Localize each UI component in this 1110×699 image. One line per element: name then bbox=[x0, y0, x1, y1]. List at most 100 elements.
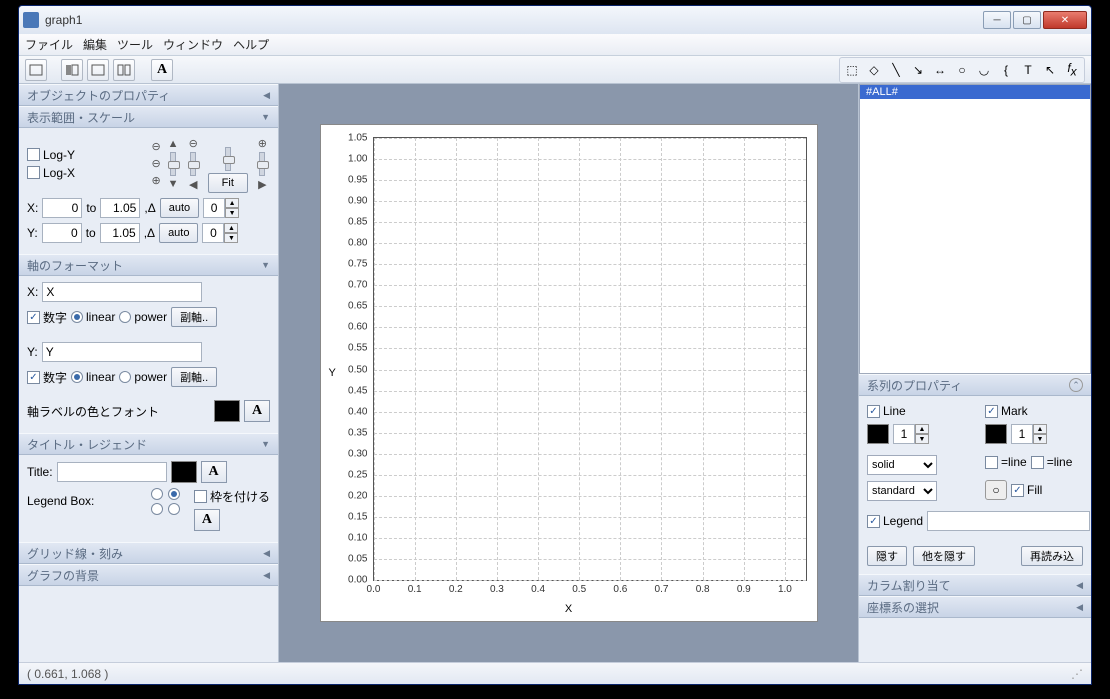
zoom-out-icon[interactable]: ⊖ bbox=[189, 137, 198, 150]
slider-1[interactable] bbox=[170, 152, 176, 176]
y-subaxis-button[interactable]: 副軸.. bbox=[171, 367, 217, 387]
x-linear-radio[interactable]: linear bbox=[71, 310, 115, 324]
fit-button[interactable]: Fit bbox=[208, 173, 248, 193]
x-subaxis-button[interactable]: 副軸.. bbox=[171, 307, 217, 327]
axis-font-button[interactable]: A bbox=[244, 400, 270, 422]
maximize-button[interactable]: ▢ bbox=[1013, 11, 1041, 29]
y-spin-up[interactable]: ▲ bbox=[224, 223, 238, 233]
minimize-button[interactable]: ─ bbox=[983, 11, 1011, 29]
mark-shape-button[interactable]: ○ bbox=[985, 480, 1007, 500]
text-tool-icon[interactable]: T bbox=[1018, 60, 1038, 80]
arrow-tool-icon[interactable]: ↘ bbox=[908, 60, 928, 80]
mark-size-input[interactable] bbox=[1011, 424, 1033, 444]
x-auto-button[interactable]: auto bbox=[160, 198, 199, 218]
arc-tool-icon[interactable]: ◡ bbox=[974, 60, 994, 80]
menu-window[interactable]: ウィンドウ bbox=[163, 36, 223, 53]
menu-file[interactable]: ファイル bbox=[25, 36, 73, 53]
legend-pos-2[interactable] bbox=[168, 488, 182, 500]
mark-eqline-checkbox[interactable]: =line bbox=[985, 455, 1027, 469]
eraser-tool-icon[interactable]: ◇ bbox=[864, 60, 884, 80]
mark-fill-checkbox[interactable]: ✓Fill bbox=[1011, 483, 1042, 497]
y-power-radio[interactable]: power bbox=[119, 370, 167, 384]
layout-b-icon[interactable] bbox=[87, 59, 109, 81]
slider-2[interactable] bbox=[190, 152, 196, 176]
brace-tool-icon[interactable]: { bbox=[996, 60, 1016, 80]
section-coord-select[interactable]: 座標系の選択◀ bbox=[859, 596, 1091, 618]
x-to-input[interactable] bbox=[100, 198, 140, 218]
legend-pos-4[interactable] bbox=[168, 503, 182, 515]
section-axis-format[interactable]: 軸のフォーマット▼ bbox=[19, 254, 278, 276]
pointer-tool-icon[interactable]: ↖ bbox=[1040, 60, 1060, 80]
legend-pos-3[interactable] bbox=[151, 503, 165, 515]
zoom-in-all-icon[interactable]: ⊕ bbox=[151, 174, 160, 187]
x-power-radio[interactable]: power bbox=[119, 310, 167, 324]
y-numeral-checkbox[interactable]: ✓数字 bbox=[27, 369, 67, 386]
double-arrow-tool-icon[interactable]: ↔ bbox=[930, 60, 950, 80]
x-numeral-checkbox[interactable]: ✓数字 bbox=[27, 309, 67, 326]
mark-checkbox[interactable]: ✓Mark bbox=[985, 404, 1083, 418]
axis-color-swatch[interactable] bbox=[214, 400, 240, 422]
y-axis-label-input[interactable] bbox=[42, 342, 202, 362]
x-spin-up[interactable]: ▲ bbox=[225, 198, 239, 208]
zoom-in-icon[interactable]: ⊕ bbox=[258, 137, 267, 150]
legend-font-button[interactable]: A bbox=[194, 509, 220, 531]
legend-frame-checkbox[interactable]: 枠を付ける bbox=[194, 488, 270, 505]
section-view-scale[interactable]: 表示範囲・スケール▼ bbox=[19, 106, 278, 128]
title-input[interactable] bbox=[57, 462, 167, 482]
log-x-checkbox[interactable]: Log-X bbox=[27, 166, 75, 180]
line-checkbox[interactable]: ✓Line bbox=[867, 404, 965, 418]
fx-tool-icon[interactable]: fx bbox=[1062, 60, 1082, 80]
legend-pos-1[interactable] bbox=[151, 488, 165, 500]
y-spin-down[interactable]: ▼ bbox=[224, 233, 238, 243]
layout-single-icon[interactable] bbox=[25, 59, 47, 81]
y-linear-radio[interactable]: linear bbox=[71, 370, 115, 384]
legend-text-input[interactable] bbox=[927, 511, 1090, 531]
y-from-input[interactable] bbox=[42, 223, 82, 243]
y-to-input[interactable] bbox=[100, 223, 140, 243]
line-width-input[interactable] bbox=[893, 424, 915, 444]
plot[interactable]: 0.00.10.20.30.40.50.60.70.80.91.00.000.0… bbox=[320, 124, 818, 622]
menu-tool[interactable]: ツール bbox=[117, 36, 153, 53]
mark-eqline2-checkbox[interactable]: =line bbox=[1031, 455, 1073, 469]
hide-others-button[interactable]: 他を隠す bbox=[913, 546, 975, 566]
menu-edit[interactable]: 編集 bbox=[83, 36, 107, 53]
section-object-properties[interactable]: オブジェクトのプロパティ◀ bbox=[19, 84, 278, 106]
reload-button[interactable]: 再読み込 bbox=[1021, 546, 1083, 566]
section-background[interactable]: グラフの背景◀ bbox=[19, 564, 278, 586]
y-auto-button[interactable]: auto bbox=[159, 223, 198, 243]
zoom-out-x-icon[interactable]: ⊖ bbox=[151, 157, 160, 170]
titlebar[interactable]: graph1 ─ ▢ ✕ bbox=[19, 6, 1091, 34]
log-y-checkbox[interactable]: Log-Y bbox=[27, 148, 75, 162]
select-tool-icon[interactable]: ⬚ bbox=[842, 60, 862, 80]
line-style-select[interactable]: solid bbox=[867, 455, 937, 475]
circle-tool-icon[interactable]: ○ bbox=[952, 60, 972, 80]
x-axis-label-input[interactable] bbox=[42, 282, 202, 302]
title-font-button[interactable]: A bbox=[201, 461, 227, 483]
series-listbox[interactable]: #ALL# bbox=[859, 84, 1091, 374]
legend-checkbox[interactable]: ✓Legend bbox=[867, 514, 923, 528]
section-column-assign[interactable]: カラム割り当て◀ bbox=[859, 574, 1091, 596]
x-spin-input[interactable] bbox=[203, 198, 225, 218]
line-end-select[interactable]: standard bbox=[867, 481, 937, 501]
mark-color-swatch[interactable] bbox=[985, 424, 1007, 444]
layout-c-icon[interactable] bbox=[113, 59, 135, 81]
layout-a-icon[interactable] bbox=[61, 59, 83, 81]
menu-help[interactable]: ヘルプ bbox=[233, 36, 269, 53]
resize-grip-icon[interactable]: ⋰ bbox=[1071, 667, 1083, 681]
x-spin-down[interactable]: ▼ bbox=[225, 208, 239, 218]
font-button[interactable]: A bbox=[151, 59, 173, 81]
line-color-swatch[interactable] bbox=[867, 424, 889, 444]
zoom-out-y-icon[interactable]: ⊖ bbox=[151, 140, 160, 153]
plot-area[interactable]: 0.00.10.20.30.40.50.60.70.80.91.00.000.0… bbox=[373, 137, 807, 581]
slider-4[interactable] bbox=[259, 152, 265, 176]
y-spin-input[interactable] bbox=[202, 223, 224, 243]
series-list-item[interactable]: #ALL# bbox=[860, 85, 1090, 99]
section-grid-ticks[interactable]: グリッド線・刻み◀ bbox=[19, 542, 278, 564]
close-button[interactable]: ✕ bbox=[1043, 11, 1087, 29]
x-from-input[interactable] bbox=[42, 198, 82, 218]
hide-button[interactable]: 隠す bbox=[867, 546, 907, 566]
line-tool-icon[interactable]: ╲ bbox=[886, 60, 906, 80]
title-color-swatch[interactable] bbox=[171, 461, 197, 483]
slider-3[interactable] bbox=[225, 147, 231, 171]
section-series-properties[interactable]: 系列のプロパティ⌃ bbox=[859, 374, 1091, 396]
